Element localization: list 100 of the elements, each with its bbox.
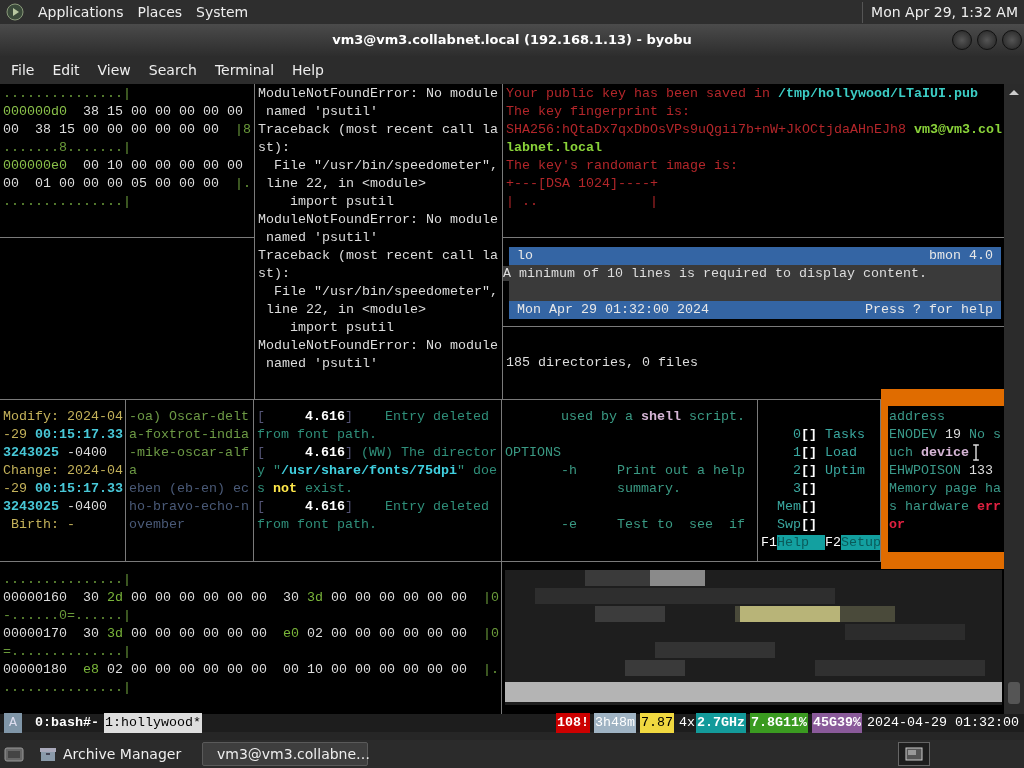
terminal-line: a (129, 462, 137, 480)
archive-icon (39, 745, 57, 763)
memory-indicator: 7.8G11% (750, 713, 809, 733)
terminal-line: ...............| (3, 85, 131, 103)
menu-item[interactable]: File (2, 59, 44, 81)
terminal-line: ModuleNotFoundError: No module (258, 85, 498, 103)
window-title: vm3@vm3.collabnet.local (192.168.1.13) - byobu (332, 31, 692, 50)
terminal-line: line 22, in <module> (265, 301, 426, 319)
menu-item[interactable]: View (88, 59, 140, 81)
terminal-line: line 22, in <module> (265, 175, 426, 193)
terminal-line: s not exist. (257, 480, 353, 498)
terminal-line: OPTIONS (505, 444, 561, 462)
terminal-line: uch device (889, 444, 969, 462)
scroll-thumb[interactable] (1008, 682, 1020, 704)
session-label: A (4, 713, 22, 733)
terminal-line: Mem[] (776, 498, 817, 516)
menu-item[interactable]: Search (139, 59, 206, 81)
terminal-line: labnet.local (506, 139, 602, 157)
terminal-line: ModuleNotFoundError: No module (258, 211, 498, 229)
terminal-line: named 'psutil' (265, 229, 378, 247)
terminal-line: The key fingerprint is: (506, 103, 690, 121)
uptime-indicator: 3h48m (594, 713, 637, 733)
terminal-line: [ 4.616] Entry deleted (257, 408, 489, 426)
window-button[interactable] (952, 30, 972, 50)
terminal-line: or (889, 516, 905, 534)
window-button[interactable] (1002, 30, 1022, 50)
terminal-line: 0[] Tasks (792, 426, 865, 444)
terminal-line: Modify: 2024-04 (3, 408, 123, 426)
workspace-switcher[interactable] (898, 742, 930, 766)
disk-indicator: 45G39% (812, 713, 863, 733)
taskbar-button[interactable]: vm3@vm3.collabne… (202, 742, 368, 766)
desktop-icon (4, 745, 24, 763)
terminal-line: ovember (129, 516, 185, 534)
terminal-line: .......8.......| (3, 139, 131, 157)
menu-item[interactable]: Terminal (205, 59, 284, 81)
terminal-line: st): (258, 265, 290, 283)
terminal-line: EHWPOISON 133 (889, 462, 993, 480)
version-label: bmon 4.0 (929, 247, 993, 265)
terminal-line: used by a shell script. (560, 408, 745, 426)
terminal-line: -h Print out a help (560, 462, 745, 480)
terminal-line: [ 4.616] (WW) The director (257, 444, 497, 462)
terminal-line: -e Test to see if (560, 516, 745, 534)
window-tab[interactable]: 1:hollywood* (104, 713, 202, 733)
logo-icon (6, 3, 24, 21)
terminal-line: from font path. (257, 516, 377, 534)
terminal-line: from font path. (257, 426, 377, 444)
terminal-line: 3243025 -0400 (3, 498, 107, 516)
cpu-count: 4x (678, 714, 697, 732)
terminal-line: F1Help F2Setup (761, 534, 880, 552)
terminal-line: import psutil (289, 319, 394, 337)
terminal-line: SHA256:hQtaDx7qxDbOsVPs9uQgii7b+nW+JkOCtjdaAHnEJh8 vm3@vm3.col (506, 121, 1002, 139)
terminal-line: ...............| (3, 571, 131, 589)
terminal-line: 3243025 -0400 (3, 444, 107, 462)
taskbar-button[interactable]: Archive Manager (30, 742, 196, 766)
terminal-line: 00 38 15 00 00 00 00 00 00 |8 (3, 121, 251, 139)
menu-item[interactable]: Applications (38, 1, 124, 23)
terminal-line: Traceback (most recent call la (258, 121, 498, 139)
window-icon (905, 747, 923, 761)
menu-item[interactable]: System (196, 1, 249, 23)
terminal-line: -mike-oscar-alf (129, 444, 249, 462)
menu-item[interactable]: Help (283, 59, 333, 81)
timestamp: Mon Apr 29 01:32:00 2024 (517, 301, 709, 319)
terminal-line: The key's randomart image is: (506, 157, 738, 175)
terminal-line: ...............| (3, 679, 131, 697)
terminal-line: 2[] Uptim (792, 462, 865, 480)
terminal-line: | .. | (506, 193, 658, 211)
window-tab[interactable]: 0:bash#- (34, 713, 100, 733)
terminal-line: ENODEV 19 No s (889, 426, 1001, 444)
terminal-line: -29 00:15:17.33 (3, 426, 123, 444)
terminal-line: import psutil (289, 193, 394, 211)
help-hint: Press ? for help (865, 301, 993, 319)
terminal-line: named 'psutil' (265, 103, 378, 121)
terminal-line: 000000e0 00 10 00 00 00 00 00 (3, 157, 243, 175)
terminal-line: named 'psutil' (265, 355, 378, 373)
terminal-line: address (889, 408, 945, 426)
scrollbar[interactable] (1004, 84, 1024, 714)
terminal-line: File "/usr/bin/speedometer", (273, 283, 498, 301)
terminal-line: +---[DSA 1024]----+ (506, 175, 658, 193)
menu-item[interactable]: Edit (43, 59, 89, 81)
window-button[interactable] (977, 30, 997, 50)
terminal-line: 00 01 00 00 00 05 00 00 00 |. (3, 175, 251, 193)
terminal-line: 000000d0 38 15 00 00 00 00 00 (3, 103, 243, 121)
clock[interactable]: Mon Apr 29, 1:32 AM (862, 1, 1018, 23)
cpu-frequency: 2.7GHz (696, 713, 747, 733)
terminal-line: ...............| (3, 193, 131, 211)
terminal-line: 00000160 30 2d 00 00 00 00 00 00 30 3d 00 00 00 00 00 00 |0 (3, 589, 499, 607)
terminal-line: s hardware err (889, 498, 1001, 516)
terminal-line: -oa) Oscar-delt (129, 408, 249, 426)
terminal-line: ho-bravo-echo-n (129, 498, 249, 516)
terminal-line: 1[] Load (792, 444, 857, 462)
terminal-line: Swp[] (776, 516, 817, 534)
terminal-line: Memory page ha (889, 480, 1001, 498)
terminal-line: Traceback (most recent call la (258, 247, 498, 265)
terminal-line: -......0=......| (3, 607, 131, 625)
terminal-line: 00000170 30 3d 00 00 00 00 00 00 e0 02 00 00 00 00 00 00 |0 (3, 625, 499, 643)
load-indicator: 7.87 (640, 713, 675, 733)
terminal-line: st): (258, 139, 290, 157)
terminal-line: -29 00:15:17.33 (3, 480, 123, 498)
menu-item[interactable]: Places (137, 1, 183, 23)
terminal-line: =..............| (3, 643, 131, 661)
